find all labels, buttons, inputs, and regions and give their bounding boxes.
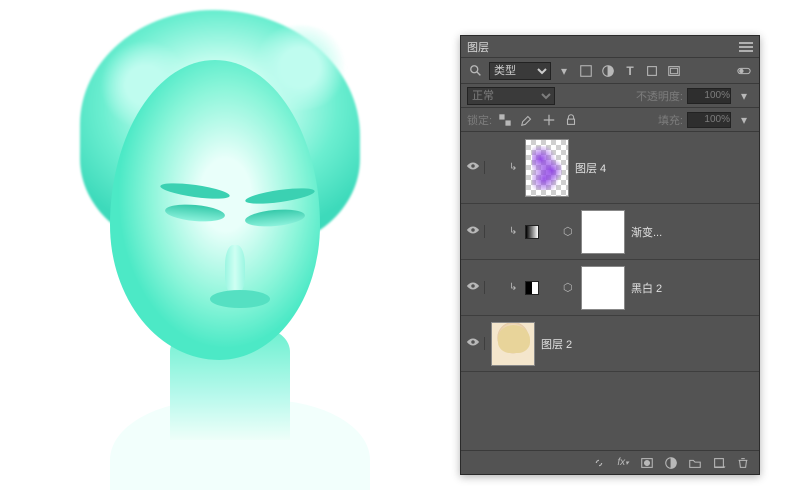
clip-indicator-icon: ↳ (509, 282, 519, 293)
eye-icon[interactable] (466, 225, 480, 238)
layer-row[interactable]: 图层 2 (461, 316, 759, 372)
panel-header: 图层 (461, 36, 759, 58)
layer-thumbnail[interactable] (525, 139, 569, 197)
new-group-icon[interactable] (685, 454, 705, 472)
panel-footer: fx▾ (461, 450, 759, 474)
layer-fx-icon[interactable]: fx▾ (613, 454, 633, 472)
fill-input[interactable] (687, 112, 731, 128)
canvas-preview (20, 0, 420, 500)
layers-panel: 图层 类型 ▾ T 正常 不透明度: ▾ (460, 35, 760, 475)
layer-row[interactable]: ↳ ⬡ 渐变... (461, 204, 759, 260)
add-mask-icon[interactable] (637, 454, 657, 472)
layer-thumbnail[interactable] (491, 322, 535, 366)
clip-indicator-icon: ↳ (509, 162, 519, 173)
opacity-chevron-icon[interactable]: ▾ (735, 87, 753, 105)
eye-icon[interactable] (466, 337, 480, 350)
fill-label: 填充: (658, 112, 683, 128)
blend-mode-select[interactable]: 正常 (467, 87, 555, 105)
chevron-down-icon[interactable]: ▾ (555, 62, 573, 80)
portrait (20, 0, 400, 490)
lock-row: 锁定: 填充: ▾ (461, 108, 759, 132)
link-layers-icon[interactable] (589, 454, 609, 472)
filter-pixel-icon[interactable] (577, 62, 595, 80)
mask-link-icon[interactable]: ⬡ (563, 225, 575, 238)
clip-indicator-icon: ↳ (509, 226, 519, 237)
new-layer-icon[interactable] (709, 454, 729, 472)
add-adjust-icon[interactable] (661, 454, 681, 472)
eye-icon[interactable] (466, 161, 480, 174)
gradient-adjust-icon (525, 225, 539, 239)
layer-name[interactable]: 黑白 2 (631, 280, 662, 296)
fill-chevron-icon[interactable]: ▾ (735, 111, 753, 129)
filter-toggle-icon[interactable] (735, 62, 753, 80)
panel-title: 图层 (467, 39, 489, 55)
filter-kind-select[interactable]: 类型 (489, 62, 551, 80)
layer-mask-thumbnail[interactable] (581, 266, 625, 310)
filter-shape-icon[interactable] (643, 62, 661, 80)
blend-row: 正常 不透明度: ▾ (461, 84, 759, 108)
lock-all-icon[interactable] (562, 111, 580, 129)
lock-paint-icon[interactable] (518, 111, 536, 129)
search-icon (467, 62, 485, 80)
delete-layer-icon[interactable] (733, 454, 753, 472)
filter-row: 类型 ▾ T (461, 58, 759, 84)
filter-smart-icon[interactable] (665, 62, 683, 80)
lock-transparent-icon[interactable] (496, 111, 514, 129)
filter-type-icon[interactable]: T (621, 62, 639, 80)
mask-link-icon[interactable]: ⬡ (563, 281, 575, 294)
eye-icon[interactable] (466, 281, 480, 294)
layer-row[interactable]: ↳ ⬡ 黑白 2 (461, 260, 759, 316)
lock-position-icon[interactable] (540, 111, 558, 129)
bw-adjust-icon (525, 281, 539, 295)
layer-mask-thumbnail[interactable] (581, 210, 625, 254)
layers-list: ↳ 图层 4 ↳ ⬡ 渐变... ↳ ⬡ 黑白 2 (461, 132, 759, 450)
layer-row[interactable]: ↳ 图层 4 (461, 132, 759, 204)
panel-menu-icon[interactable] (739, 42, 753, 52)
filter-adjust-icon[interactable] (599, 62, 617, 80)
lock-label: 锁定: (467, 112, 492, 128)
layer-name[interactable]: 图层 4 (575, 160, 606, 176)
opacity-input[interactable] (687, 88, 731, 104)
opacity-label: 不透明度: (636, 88, 683, 104)
layer-name[interactable]: 渐变... (631, 224, 662, 240)
layer-name[interactable]: 图层 2 (541, 336, 572, 352)
